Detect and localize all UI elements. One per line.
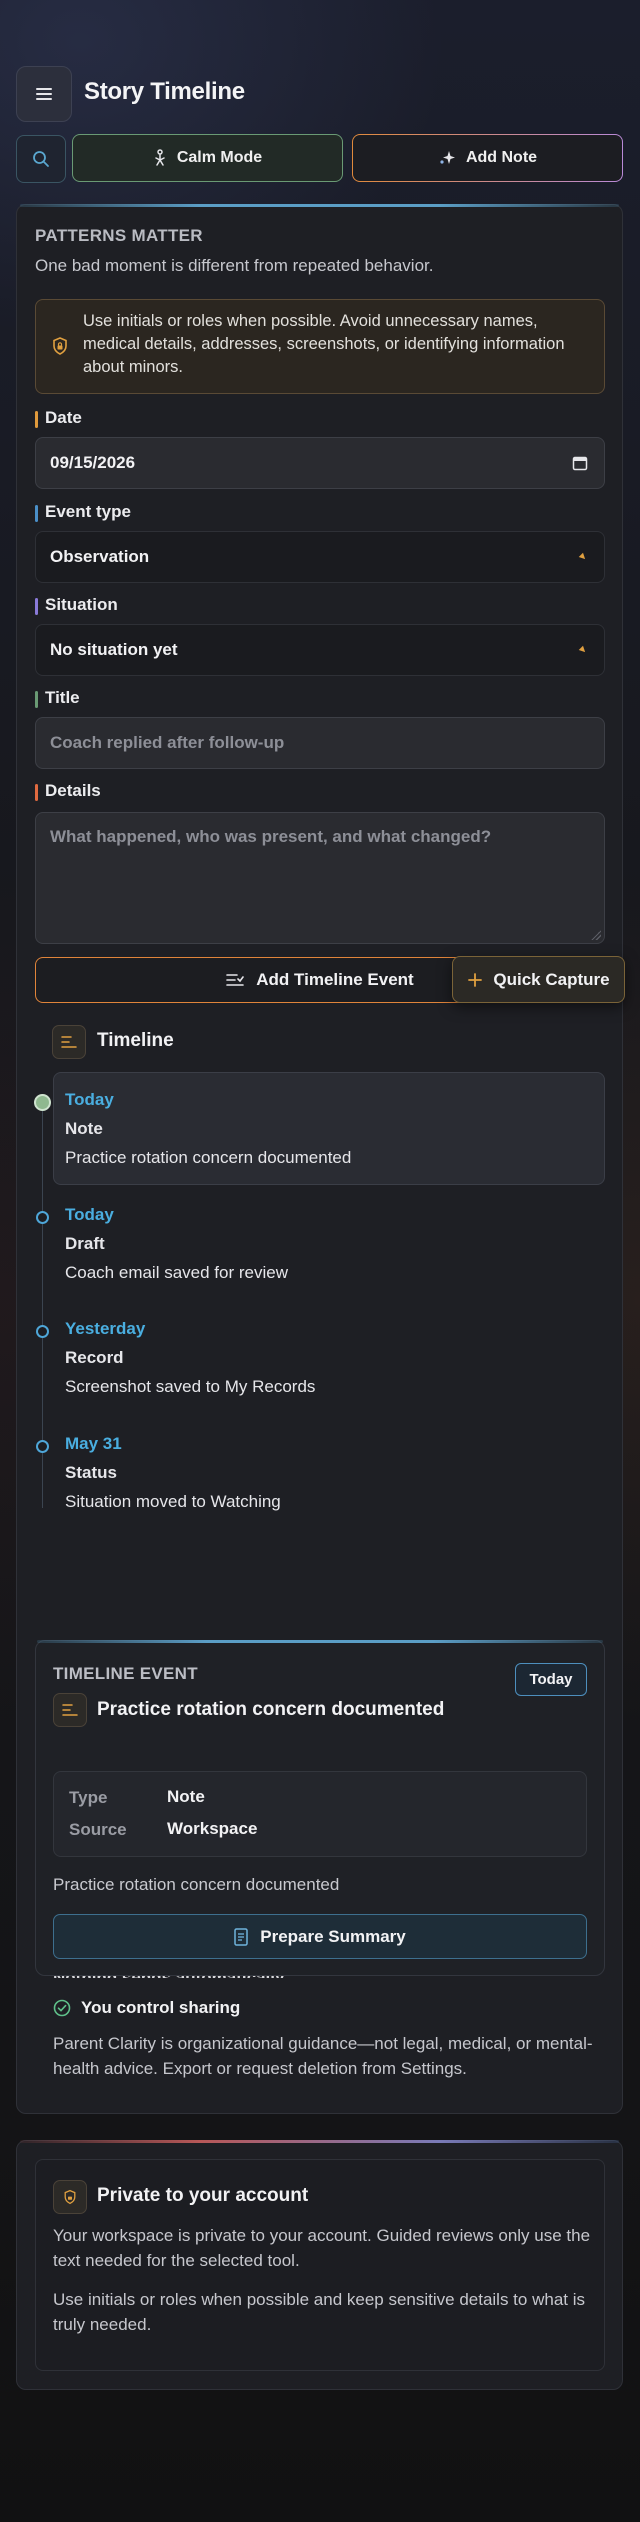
shield-lock-icon — [53, 2180, 87, 2214]
detail-description: Practice rotation concern documented — [53, 1875, 340, 1894]
add-event-label: Add Timeline Event — [256, 970, 414, 989]
date-label: Date — [35, 408, 82, 428]
event-type-value: Observation — [50, 547, 150, 566]
guidance-disclaimer: Parent Clarity is organizational guidanc… — [53, 2034, 593, 2078]
plus-icon — [468, 972, 483, 987]
meta-source-value: Workspace — [167, 1819, 258, 1838]
hamburger-icon — [36, 88, 52, 100]
page-title: Story Timeline — [84, 78, 245, 105]
timeline-item-type: Record — [65, 1348, 124, 1367]
timeline-icon — [52, 1025, 86, 1059]
sharing-control-note: You control sharing — [53, 1998, 240, 2018]
title-placeholder: Coach replied after follow-up — [50, 733, 285, 752]
situation-label: Situation — [35, 595, 118, 615]
privacy-accent-line — [20, 2140, 619, 2143]
resize-handle[interactable] — [591, 930, 601, 940]
details-textarea[interactable]: What happened, who was present, and what… — [35, 812, 605, 944]
timeline-icon — [53, 1693, 87, 1727]
detail-title: Practice rotation concern documented — [97, 1699, 445, 1720]
quick-capture-label: Quick Capture — [493, 969, 610, 989]
meta-type-value: Note — [167, 1787, 205, 1806]
detail-meta — [53, 1771, 587, 1857]
add-note-label: Add Note — [465, 149, 538, 166]
prepare-summary-label: Prepare Summary — [260, 1926, 406, 1946]
situation-select[interactable]: No situation yet — [35, 624, 605, 676]
detail-accent-line — [37, 1640, 603, 1643]
timeline-item-type: Note — [65, 1119, 103, 1138]
shield-lock-icon — [53, 337, 67, 355]
privacy-notice-text: Use initials or roles when possible. Avo… — [83, 312, 565, 376]
calm-mode-button[interactable]: Calm Mode — [72, 134, 343, 182]
sharing-control-text: You control sharing — [81, 1998, 241, 2017]
privacy-paragraph: Use initials or roles when possible and … — [53, 2290, 585, 2334]
title-input[interactable]: Coach replied after follow-up — [35, 717, 605, 769]
menu-button[interactable] — [16, 66, 72, 122]
situation-value: No situation yet — [50, 640, 178, 659]
timeline-item-date: Today — [65, 1090, 114, 1109]
date-badge: Today — [515, 1663, 587, 1696]
timeline-dot — [36, 1440, 49, 1453]
privacy-title: Private to your account — [97, 2185, 309, 2206]
timeline-item-date[interactable]: Yesterday — [65, 1319, 145, 1339]
privacy-paragraph: Your workspace is private to your accoun… — [53, 2226, 591, 2270]
timeline-item-date[interactable]: Today — [65, 1205, 114, 1225]
detail-kicker: TIMELINE EVENT — [53, 1664, 198, 1683]
meditation-icon — [155, 149, 165, 166]
calm-mode-label: Calm Mode — [176, 149, 263, 166]
chevron-down-icon — [578, 645, 588, 655]
calendar-icon[interactable] — [572, 455, 588, 471]
timeline-item-date[interactable]: May 31 — [65, 1434, 122, 1454]
timeline-dot — [36, 1211, 49, 1224]
document-icon — [234, 1927, 248, 1946]
timeline-item-desc: Practice rotation concern documented — [65, 1148, 352, 1167]
timeline-item-desc: Situation moved to Watching — [65, 1492, 281, 1511]
timeline-item-desc: Coach email saved for review — [65, 1263, 288, 1282]
timeline-dot-active — [34, 1094, 51, 1111]
date-input[interactable]: 09/15/2026 — [35, 437, 605, 489]
event-type-select[interactable]: Observation — [35, 531, 605, 583]
search-button[interactable] — [16, 135, 66, 183]
timeline-list-icon — [226, 974, 245, 986]
prepare-summary-button[interactable]: Prepare Summary — [53, 1914, 587, 1959]
chevron-down-icon — [578, 552, 588, 562]
timeline-item-selected[interactable] — [53, 1072, 605, 1185]
section-kicker: PATTERNS MATTER — [35, 226, 203, 245]
timeline-item-type: Status — [65, 1463, 117, 1482]
section-subtitle: One bad moment is different from repeate… — [35, 256, 434, 275]
meta-type-key: Type — [69, 1788, 108, 1807]
event-type-label: Event type — [35, 502, 131, 522]
add-note-button[interactable]: Add Note — [352, 134, 623, 182]
meta-source-key: Source — [69, 1820, 127, 1839]
timeline-heading: Timeline — [97, 1030, 174, 1051]
check-circle-icon — [53, 1999, 71, 2017]
timeline-dot — [36, 1325, 49, 1338]
timeline-item-type: Draft — [65, 1234, 105, 1253]
details-label: Details — [35, 781, 101, 801]
sparkle-icon — [440, 151, 455, 164]
search-icon — [33, 151, 49, 167]
quick-capture-button[interactable]: Quick Capture — [452, 956, 625, 1003]
card-accent-line — [20, 204, 619, 207]
details-placeholder: What happened, who was present, and what… — [50, 827, 492, 846]
date-value: 09/15/2026 — [50, 453, 136, 472]
title-label: Title — [35, 688, 80, 708]
timeline-item-desc: Screenshot saved to My Records — [65, 1377, 316, 1396]
